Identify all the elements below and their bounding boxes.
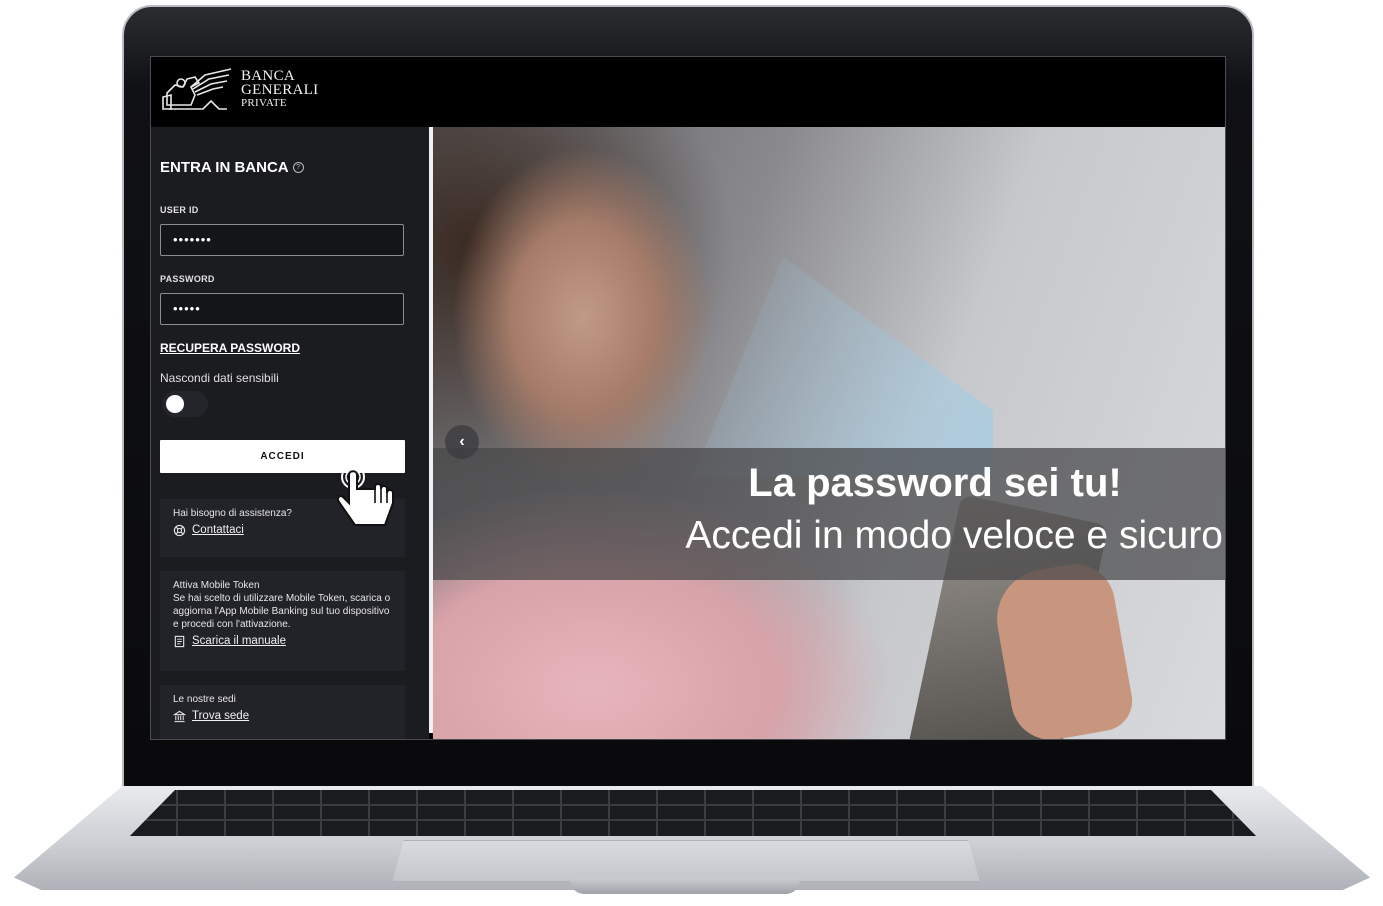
brand-line2: GENERALI xyxy=(241,82,319,98)
find-branch-link[interactable]: Trova sede xyxy=(192,710,249,723)
brand-line1: BANCA xyxy=(241,68,296,84)
password-input[interactable]: ••••• xyxy=(160,293,404,325)
bank-icon xyxy=(173,710,186,723)
laptop-notch xyxy=(570,878,800,894)
hide-sensitive-data-toggle[interactable] xyxy=(162,391,208,417)
winged-lion-logo-icon xyxy=(162,68,232,110)
brand-line3: PRIVATE xyxy=(241,97,287,109)
brand-name: BANCA GENERALI PRIVATE xyxy=(241,68,319,110)
branches-box: Le nostre sedi Trova sede xyxy=(160,685,405,739)
hide-sensitive-data-label: Nascondi dati sensibili xyxy=(160,371,279,385)
hero-title: La password sei tu! xyxy=(748,461,1122,505)
laptop-screen: BANCA GENERALI PRIVATE ENTRA IN BANCA ? … xyxy=(150,56,1226,740)
carousel-prev-button[interactable]: ‹ xyxy=(445,425,479,459)
recover-password-link[interactable]: RECUPERA PASSWORD xyxy=(160,341,300,355)
chevron-left-icon: ‹ xyxy=(459,433,465,450)
user-id-label: USER ID xyxy=(160,205,199,215)
top-bar: BANCA GENERALI PRIVATE xyxy=(151,57,1225,127)
info-icon[interactable]: ? xyxy=(292,162,304,173)
user-id-input[interactable]: ••••••• xyxy=(160,224,404,256)
support-icon xyxy=(173,524,186,537)
mobile-token-title: Attiva Mobile Token xyxy=(173,580,260,591)
login-title: ENTRA IN BANCA ? xyxy=(160,159,304,176)
contact-link[interactable]: Contattaci xyxy=(192,524,244,537)
toggle-knob xyxy=(166,395,184,413)
mobile-token-box: Attiva Mobile Token Se hai scelto di uti… xyxy=(160,571,405,671)
brand-logo[interactable]: BANCA GENERALI PRIVATE xyxy=(161,65,318,113)
hero-light-beam xyxy=(693,257,993,477)
mobile-token-text: Se hai scelto di utilizzare Mobile Token… xyxy=(173,593,391,630)
hero-subtitle: Accedi in modo veloce e sicuro xyxy=(685,514,1223,557)
password-label: PASSWORD xyxy=(160,274,215,284)
login-panel: ENTRA IN BANCA ? USER ID ••••••• PASSWOR… xyxy=(151,127,429,739)
download-manual-link[interactable]: Scarica il manuale xyxy=(192,635,286,648)
document-icon xyxy=(174,635,185,648)
login-title-text: ENTRA IN BANCA xyxy=(160,159,289,176)
laptop-keyboard xyxy=(130,790,1256,836)
hero-banner: La password sei tu! Accedi in modo veloc… xyxy=(433,127,1225,739)
laptop-trackpad xyxy=(392,840,980,882)
branches-title: Le nostre sedi xyxy=(173,694,236,705)
hand-pointer-icon xyxy=(337,465,394,526)
